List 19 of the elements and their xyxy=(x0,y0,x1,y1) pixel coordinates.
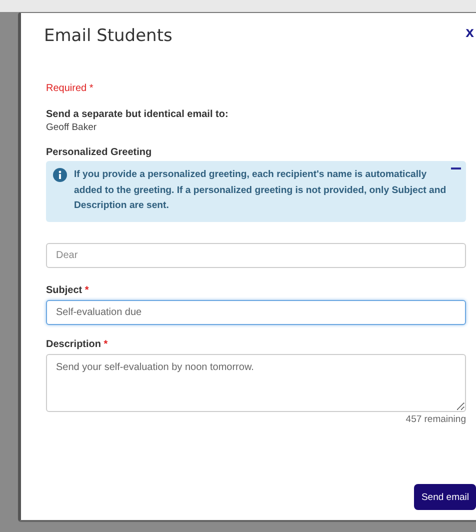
dialog-title: Email Students xyxy=(44,26,172,46)
recipient-name: Geoff Baker xyxy=(46,122,98,133)
subject-field[interactable]: Self-evaluation due xyxy=(46,300,466,324)
info-icon xyxy=(53,168,67,182)
required-legend: Required xyxy=(46,83,87,94)
required-marker: * xyxy=(84,284,89,296)
required-marker: * xyxy=(89,83,94,94)
description-field[interactable]: Send your self-evaluation by noon tomorrow. xyxy=(46,354,466,412)
info-text: If you provide a personalized greeting, each recipient's name is automatically added to the greeting. If a personalized greeting is not provided, only Subject and Description are sent. xyxy=(74,169,446,211)
collapse-icon[interactable] xyxy=(451,167,461,170)
field-label: Subject xyxy=(46,284,82,296)
required-marker: * xyxy=(104,338,108,350)
greeting-field[interactable]: Dear xyxy=(46,242,466,268)
character-counter: 457 remaining xyxy=(406,414,466,424)
field-label: Description xyxy=(46,338,102,350)
greeting-label: Personalized Greeting xyxy=(46,147,153,158)
send-email-button[interactable]: Send email xyxy=(414,484,476,510)
recipients-label: Send a separate but identical email to: xyxy=(46,109,230,120)
close-button[interactable]: x xyxy=(464,24,476,41)
